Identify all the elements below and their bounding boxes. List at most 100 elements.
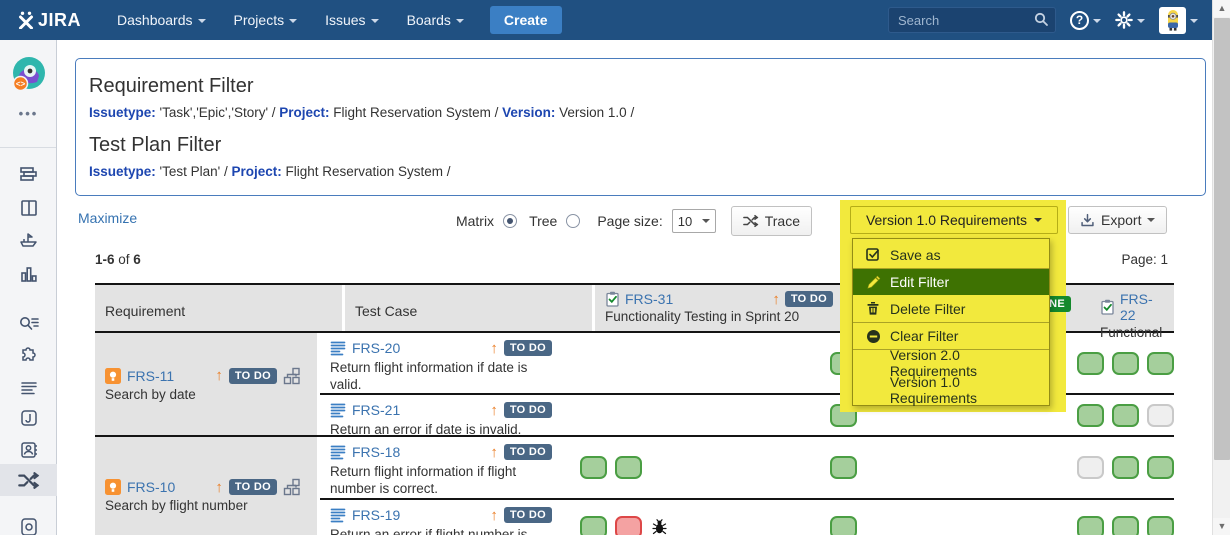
menu-item-version-1-0-requirements[interactable]: Version 1.0 Requirements (853, 376, 1049, 403)
coverage-square-green[interactable] (1077, 516, 1104, 535)
nav-item-label: Projects (234, 12, 285, 28)
requirement-row-group: FRS-10↑TO DOSearch by flight numberFRS-1… (95, 437, 1174, 535)
coverage-square-green[interactable] (1147, 456, 1174, 479)
testplan-icon (1100, 299, 1115, 315)
tree-radio[interactable] (566, 214, 580, 228)
sidebar-item-bottom-partial-icon[interactable] (0, 510, 57, 535)
coverage-square-gray[interactable] (1147, 404, 1174, 427)
nav-item-issues[interactable]: Issues (311, 0, 392, 40)
page-size-value: 10 (678, 214, 692, 229)
project-avatar[interactable]: <> (11, 56, 48, 93)
page-size-select[interactable]: 10 (672, 209, 716, 233)
coverage-square-green[interactable] (1147, 352, 1174, 375)
filter-criterion-label: Project: (279, 105, 329, 120)
avatar (1159, 7, 1186, 34)
status-badge-todo: TO DO (785, 291, 833, 307)
admin-gear-button[interactable] (1115, 11, 1145, 29)
status-badge-todo: TO DO (504, 444, 552, 460)
requirement-type-icon (105, 479, 121, 495)
requirement-key-link[interactable]: FRS-10 (127, 479, 175, 495)
sidebar-item-summary-icon[interactable] (0, 372, 57, 404)
gear-icon (1115, 11, 1133, 29)
maximize-link[interactable]: Maximize (78, 210, 137, 226)
trace-button[interactable]: Trace (731, 206, 812, 236)
priority-high-icon: ↑ (490, 341, 498, 356)
matrix-cell (1065, 333, 1174, 393)
test-case-key-link[interactable]: FRS-19 (352, 507, 400, 523)
sidebar-more-button[interactable]: ••• (0, 106, 57, 121)
sidebar-item-traceability-icon[interactable] (0, 464, 57, 496)
scroll-up-arrow-icon[interactable]: ▲ (1213, 0, 1230, 17)
hierarchy-icon[interactable] (283, 367, 301, 385)
nav-item-dashboards[interactable]: Dashboards (103, 0, 220, 40)
menu-item-edit-filter[interactable]: Edit Filter (853, 268, 1049, 295)
sidebar-item-reports-icon[interactable] (0, 258, 57, 290)
help-button[interactable]: ? (1070, 11, 1101, 30)
sidebar-item-board-icon[interactable] (0, 192, 57, 224)
coverage-square-red[interactable] (615, 516, 642, 535)
vertical-scrollbar[interactable]: ▲ ▼ (1212, 0, 1230, 535)
matrix-radio[interactable] (503, 214, 517, 228)
hierarchy-icon[interactable] (283, 478, 301, 496)
coverage-square-green[interactable] (1112, 404, 1139, 427)
page-indicator: Page: 1 (1121, 252, 1168, 267)
sidebar-item-contacts-icon[interactable] (0, 434, 57, 466)
menu-item-clear-filter[interactable]: Clear Filter (853, 322, 1049, 349)
jira-mark-icon (18, 11, 34, 29)
sidebar-item-pages-icon[interactable] (0, 402, 57, 434)
sidebar-item-addons-icon[interactable] (0, 340, 57, 372)
test-case-line: FRS-18↑TO DO (330, 444, 560, 460)
coverage-square-green[interactable] (580, 516, 607, 535)
coverage-square-green[interactable] (1147, 516, 1174, 535)
filter-dropdown-button[interactable]: Version 1.0 Requirements (850, 206, 1058, 234)
range-total: 6 (133, 252, 141, 267)
coverage-square-green[interactable] (830, 516, 857, 535)
pencil-icon (865, 275, 881, 290)
bottom-partial-icon (19, 516, 39, 535)
coverage-square-green[interactable] (830, 456, 857, 479)
test-rows-column: FRS-18↑TO DOReturn flight information if… (320, 437, 1174, 535)
test-case-key-link[interactable]: FRS-20 (352, 340, 400, 356)
menu-item-delete-filter[interactable]: Delete Filter (853, 295, 1049, 322)
search-input[interactable] (888, 7, 1056, 33)
test-case-key-link[interactable]: FRS-18 (352, 444, 400, 460)
create-button[interactable]: Create (490, 6, 562, 34)
test-case-icon (330, 445, 346, 460)
menu-item-save-as[interactable]: Save as (853, 241, 1049, 268)
nav-item-projects[interactable]: Projects (220, 0, 312, 40)
jira-traceability-screen: JIRA Dashboards Projects IssuesBoards Crea… (0, 0, 1230, 535)
coverage-square-green[interactable] (580, 456, 607, 479)
export-button[interactable]: Export (1068, 206, 1167, 234)
coverage-square-green[interactable] (1112, 456, 1139, 479)
scroll-down-arrow-icon[interactable]: ▼ (1213, 518, 1230, 535)
nav-item-boards[interactable]: Boards (393, 0, 478, 40)
user-avatar-button[interactable] (1159, 7, 1198, 34)
sidebar-item-releases-icon[interactable] (0, 224, 57, 256)
matrix-cell (570, 437, 820, 498)
filter-criterion-value: 'Test Plan' / (156, 164, 232, 179)
testplan-icon (605, 291, 620, 307)
status-badge-todo: TO DO (229, 479, 277, 495)
coverage-square-green[interactable] (1112, 516, 1139, 535)
sidebar-item-search-issues-icon[interactable] (0, 308, 57, 340)
coverage-square-green[interactable] (1077, 352, 1104, 375)
priority-high-icon: ↑ (490, 508, 498, 523)
coverage-square-gray[interactable] (1077, 456, 1104, 479)
menu-item-version-2-0-requirements[interactable]: Version 2.0 Requirements (853, 349, 1049, 376)
chevron-down-icon (198, 19, 206, 23)
menu-item-label: Delete Filter (890, 301, 965, 317)
coverage-square-green[interactable] (1112, 352, 1139, 375)
sidebar-item-backlog-icon[interactable] (0, 158, 57, 190)
coverage-square-green[interactable] (1077, 404, 1104, 427)
test-case-key-link[interactable]: FRS-21 (352, 402, 400, 418)
search-icon (1034, 12, 1049, 27)
requirement-key-link[interactable]: FRS-11 (127, 368, 174, 384)
scrollbar-thumb[interactable] (1214, 18, 1230, 460)
coverage-square-green[interactable] (615, 456, 642, 479)
filter-dropdown-label: Version 1.0 Requirements (866, 212, 1027, 228)
jira-logo[interactable]: JIRA (18, 10, 81, 31)
test-plan-key-link[interactable]: FRS-31 (625, 291, 673, 307)
requirement-line: FRS-11↑TO DO (105, 367, 317, 385)
test-plan-key-link[interactable]: FRS-22 (1120, 291, 1162, 323)
test-case-cell: FRS-20↑TO DOReturn flight information if… (320, 333, 570, 393)
